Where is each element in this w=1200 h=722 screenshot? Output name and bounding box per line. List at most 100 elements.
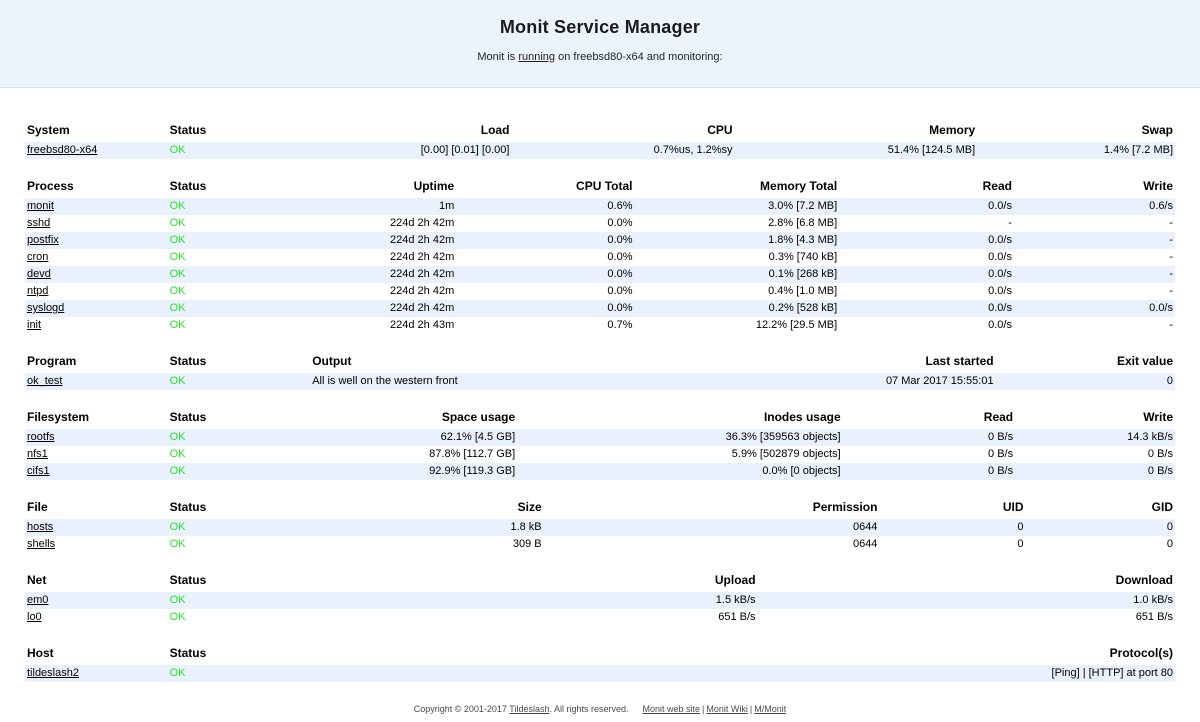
monit-wiki-link[interactable]: Monit Wiki bbox=[706, 704, 748, 714]
cell-write: 0.6/s bbox=[1014, 198, 1175, 215]
host-table: Host Status Protocol(s) tildeslash2 OK [… bbox=[25, 643, 1175, 682]
service-link[interactable]: cron bbox=[27, 251, 48, 263]
monitor-status-line: Monit is running on freebsd80-x64 and mo… bbox=[0, 51, 1200, 63]
service-link[interactable]: init bbox=[27, 319, 41, 331]
status-badge: OK bbox=[170, 217, 186, 229]
service-link[interactable]: monit bbox=[27, 200, 54, 212]
status-badge: OK bbox=[170, 465, 186, 477]
column-header-filesystem: Filesystem bbox=[25, 407, 168, 429]
monit-website-link[interactable]: Monit web site bbox=[643, 704, 701, 714]
footer-separator: | bbox=[702, 704, 704, 714]
column-header-status: Status bbox=[168, 176, 318, 198]
tildeslash-link[interactable]: Tildeslash bbox=[509, 704, 549, 714]
cell-memory: 51.4% [124.5 MB] bbox=[735, 142, 978, 159]
column-header-program: Program bbox=[25, 351, 168, 373]
service-link[interactable]: lo0 bbox=[27, 611, 42, 623]
column-header-permission: Permission bbox=[544, 497, 880, 519]
cell-cpu-total: 0.0% bbox=[456, 266, 634, 283]
status-badge: OK bbox=[170, 538, 186, 550]
cell-uptime: 224d 2h 42m bbox=[317, 266, 456, 283]
cell-uptime: 224d 2h 42m bbox=[317, 232, 456, 249]
cell-output: All is well on the western front bbox=[310, 373, 700, 390]
status-line-prefix: Monit is bbox=[477, 51, 518, 63]
cell-cpu-total: 0.0% bbox=[456, 249, 634, 266]
cell-permission: 0644 bbox=[544, 519, 880, 536]
table-row: shells OK 309 B 0644 0 0 bbox=[25, 536, 1175, 553]
process-header-row: Process Status Uptime CPU Total Memory T… bbox=[25, 176, 1175, 198]
column-header-write: Write bbox=[1014, 176, 1175, 198]
cell-memory-total: 3.0% [7.2 MB] bbox=[634, 198, 839, 215]
cell-inodes-usage: 36.3% [359563 objects] bbox=[517, 429, 842, 446]
cell-swap: 1.4% [7.2 MB] bbox=[977, 142, 1175, 159]
cell-write: - bbox=[1014, 283, 1175, 300]
status-badge: OK bbox=[170, 302, 186, 314]
cell-uptime: 224d 2h 42m bbox=[317, 215, 456, 232]
status-badge: OK bbox=[170, 611, 186, 623]
column-header-read: Read bbox=[843, 407, 1016, 429]
copyright-suffix: . All rights reserved. bbox=[549, 704, 628, 714]
column-header-space-usage: Space usage bbox=[317, 407, 517, 429]
column-header-memory: Memory bbox=[735, 120, 978, 142]
status-badge: OK bbox=[170, 431, 186, 443]
cell-write: 0 B/s bbox=[1015, 446, 1175, 463]
cell-write: 0 B/s bbox=[1015, 463, 1175, 480]
column-header-cpu-total: CPU Total bbox=[456, 176, 634, 198]
column-header-status: Status bbox=[168, 497, 318, 519]
service-link[interactable]: ntpd bbox=[27, 285, 48, 297]
cell-space-usage: 87.8% [112.7 GB] bbox=[317, 446, 517, 463]
cell-read: 0.0/s bbox=[839, 232, 1014, 249]
service-link[interactable]: hosts bbox=[27, 521, 53, 533]
status-line-suffix: on freebsd80-x64 and monitoring: bbox=[555, 51, 723, 63]
column-header-net: Net bbox=[25, 570, 168, 592]
column-header-uptime: Uptime bbox=[317, 176, 456, 198]
cell-size: 309 B bbox=[317, 536, 544, 553]
cell-uptime: 224d 2h 42m bbox=[317, 283, 456, 300]
service-link[interactable]: sshd bbox=[27, 217, 50, 229]
cell-read: 0 B/s bbox=[843, 446, 1016, 463]
filesystem-header-row: Filesystem Status Space usage Inodes usa… bbox=[25, 407, 1175, 429]
status-badge: OK bbox=[170, 375, 186, 387]
cell-space-usage: 62.1% [4.5 GB] bbox=[317, 429, 517, 446]
cell-last-started: 07 Mar 2017 15:55:01 bbox=[700, 373, 996, 390]
column-header-download: Download bbox=[758, 570, 1175, 592]
cell-read: 0 B/s bbox=[843, 429, 1016, 446]
running-link[interactable]: running bbox=[518, 51, 555, 63]
column-header-gid: GID bbox=[1025, 497, 1175, 519]
table-row: nfs1 OK 87.8% [112.7 GB] 5.9% [502879 ob… bbox=[25, 446, 1175, 463]
service-link[interactable]: freebsd80-x64 bbox=[27, 144, 97, 156]
cell-memory-total: 0.2% [528 kB] bbox=[634, 300, 839, 317]
service-link[interactable]: ok_test bbox=[27, 375, 62, 387]
status-badge: OK bbox=[170, 268, 186, 280]
page-title: Monit Service Manager bbox=[0, 0, 1200, 38]
service-link[interactable]: tildeslash2 bbox=[27, 667, 79, 679]
status-badge: OK bbox=[170, 144, 186, 156]
service-link[interactable]: nfs1 bbox=[27, 448, 48, 460]
column-header-file: File bbox=[25, 497, 168, 519]
column-header-protocols: Protocol(s) bbox=[317, 643, 1175, 665]
cell-read: 0 B/s bbox=[843, 463, 1016, 480]
cell-cpu-total: 0.0% bbox=[456, 300, 634, 317]
column-header-status: Status bbox=[168, 570, 318, 592]
cell-uid: 0 bbox=[879, 519, 1025, 536]
service-link[interactable]: rootfs bbox=[27, 431, 55, 443]
service-link[interactable]: syslogd bbox=[27, 302, 64, 314]
column-header-exit-value: Exit value bbox=[996, 351, 1175, 373]
status-badge: OK bbox=[170, 521, 186, 533]
column-header-process: Process bbox=[25, 176, 168, 198]
cell-write: 0.0/s bbox=[1014, 300, 1175, 317]
column-header-size: Size bbox=[317, 497, 544, 519]
mmonit-link[interactable]: M/Monit bbox=[754, 704, 786, 714]
cell-cpu-total: 0.7% bbox=[456, 317, 634, 334]
service-link[interactable]: em0 bbox=[27, 594, 48, 606]
table-row: tildeslash2 OK [Ping] | [HTTP] at port 8… bbox=[25, 665, 1175, 682]
column-header-status: Status bbox=[168, 407, 318, 429]
cell-protocols: [Ping] | [HTTP] at port 80 bbox=[317, 665, 1175, 682]
service-link[interactable]: postfix bbox=[27, 234, 59, 246]
table-row: rootfs OK 62.1% [4.5 GB] 36.3% [359563 o… bbox=[25, 429, 1175, 446]
service-link[interactable]: shells bbox=[27, 538, 55, 550]
system-header-row: System Status Load CPU Memory Swap bbox=[25, 120, 1175, 142]
column-header-output: Output bbox=[310, 351, 700, 373]
table-row: monit OK 1m 0.6% 3.0% [7.2 MB] 0.0/s 0.6… bbox=[25, 198, 1175, 215]
service-link[interactable]: devd bbox=[27, 268, 51, 280]
service-link[interactable]: cifs1 bbox=[27, 465, 50, 477]
